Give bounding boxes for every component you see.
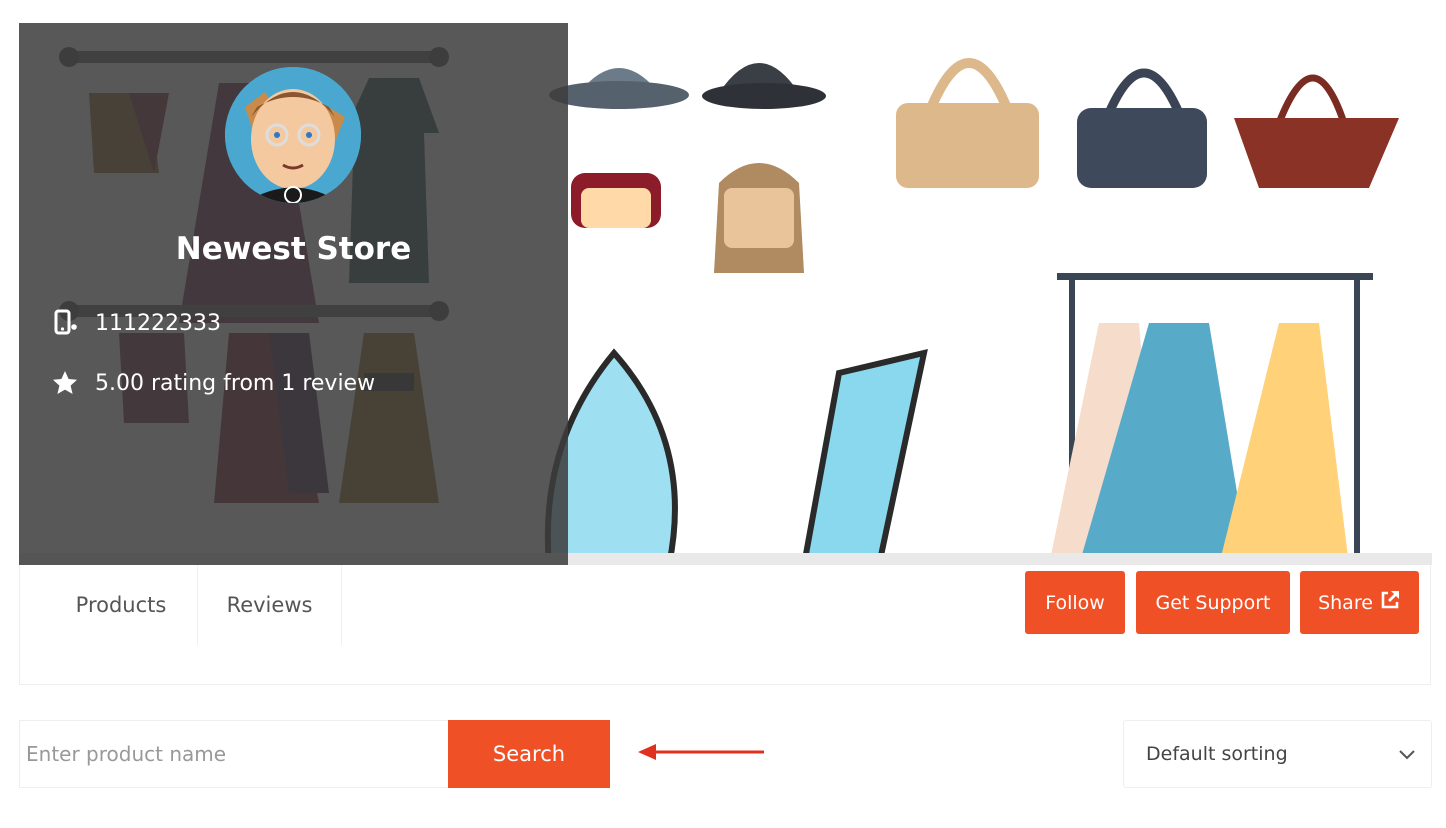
star-badge-icon: [49, 367, 81, 399]
get-support-button[interactable]: Get Support: [1136, 571, 1290, 634]
tab-reviews[interactable]: Reviews: [198, 565, 342, 645]
search-button[interactable]: Search: [448, 720, 610, 788]
search-button-label: Search: [492, 742, 566, 766]
product-search-input[interactable]: [19, 720, 449, 788]
avatar-cartoon-face: [225, 67, 361, 203]
store-nav-bar: Products Reviews Follow Get Support Shar…: [19, 565, 1431, 685]
store-phone-row: 111222333: [49, 307, 221, 339]
store-banner: Newest Store 111222333 5.00 rating from …: [19, 23, 1432, 565]
share-button-label: Share: [1318, 591, 1373, 614]
follow-button[interactable]: Follow: [1025, 571, 1125, 634]
get-support-button-label: Get Support: [1155, 591, 1271, 614]
store-profile-panel: Newest Store 111222333 5.00 rating from …: [19, 23, 568, 565]
store-rating-row: 5.00 rating from 1 review: [49, 367, 375, 399]
share-button[interactable]: Share: [1300, 571, 1419, 634]
left-arrow-icon: [638, 744, 764, 760]
store-phone[interactable]: 111222333: [95, 311, 221, 336]
chevron-down-icon: [1399, 750, 1415, 760]
mobile-phone-icon: [49, 307, 81, 339]
tab-products[interactable]: Products: [20, 565, 198, 645]
follow-button-label: Follow: [1045, 591, 1105, 614]
store-name: Newest Store: [175, 231, 412, 267]
store-avatar[interactable]: [225, 67, 361, 203]
sort-dropdown[interactable]: Default sorting: [1123, 720, 1432, 788]
store-rating-text: 5.00 rating from 1 review: [95, 370, 376, 396]
external-link-icon: [1379, 589, 1401, 616]
sort-selected-value: Default sorting: [1146, 743, 1288, 765]
